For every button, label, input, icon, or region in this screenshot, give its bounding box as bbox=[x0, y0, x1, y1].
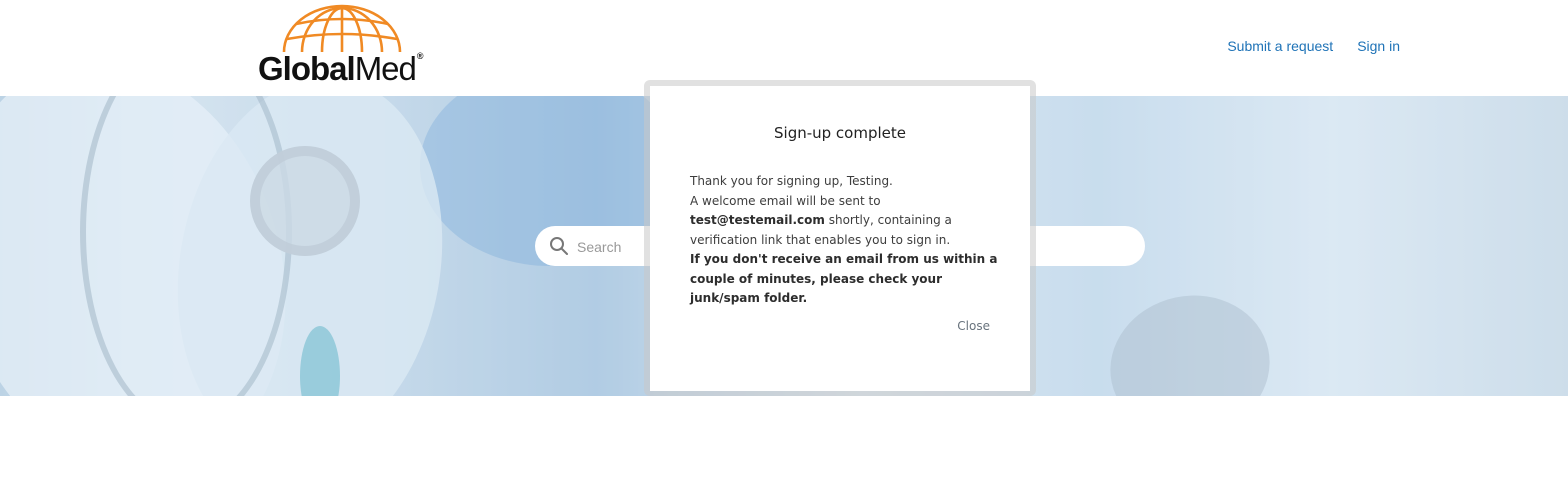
submit-request-link[interactable]: Submit a request bbox=[1227, 38, 1333, 54]
logo-wordmark: GlobalMed® bbox=[258, 50, 423, 87]
modal-title: Sign-up complete bbox=[774, 124, 906, 142]
globalmed-logo[interactable]: GlobalMed® bbox=[258, 4, 430, 88]
email-address: test@testemail.com bbox=[690, 213, 825, 227]
search-icon bbox=[549, 236, 569, 261]
verification-text: verification link that enables you to si… bbox=[690, 232, 951, 247]
globe-icon bbox=[282, 4, 402, 53]
close-button[interactable]: Close bbox=[957, 319, 990, 333]
email-line: test@testemail.com shortly, containing a bbox=[690, 213, 952, 227]
welcome-email-text: A welcome email will be sent to bbox=[690, 193, 881, 208]
top-nav: Submit a request Sign in bbox=[1227, 38, 1400, 54]
thank-you-text: Thank you for signing up, Testing. bbox=[690, 174, 893, 188]
sign-in-link[interactable]: Sign in bbox=[1357, 38, 1400, 54]
signup-complete-modal: Sign-up complete Thank you for signing u… bbox=[650, 86, 1030, 391]
junk-warning-text: If you don't receive an email from us wi… bbox=[690, 252, 998, 305]
modal-body: Thank you for signing up, Testing. A wel… bbox=[690, 172, 1000, 309]
